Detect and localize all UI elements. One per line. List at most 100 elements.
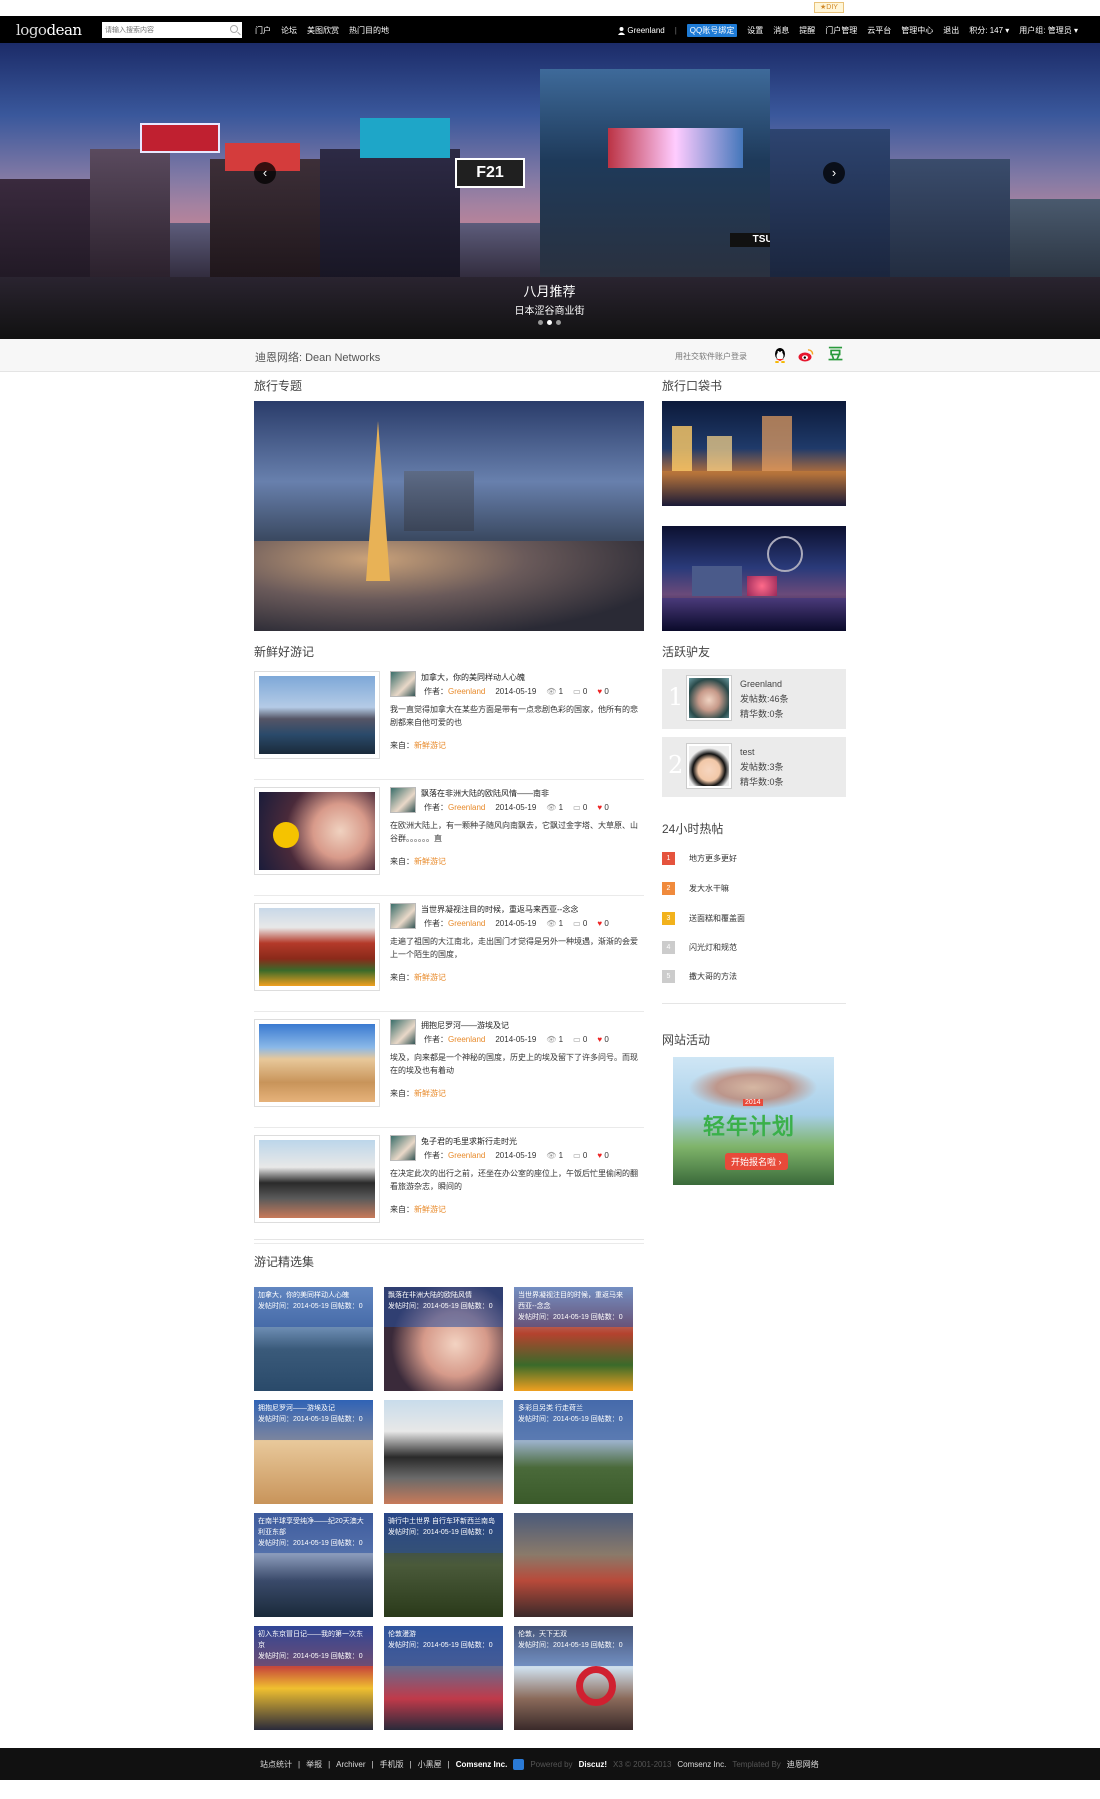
author-link[interactable]: Greenland [448, 1151, 485, 1160]
footer-archiver-link[interactable]: Archiver [336, 1760, 365, 1769]
author-link[interactable]: Greenland [448, 687, 485, 696]
hot-post-title[interactable]: 闪光灯和规范 [689, 942, 737, 953]
like-icon[interactable]: ♥ [597, 919, 602, 928]
friend-card[interactable]: 2 test 发帖数:3条 精华数:0条 [662, 737, 846, 797]
author-link[interactable]: Greenland [448, 803, 485, 812]
hot-post-title[interactable]: 送面糕和覆盖面 [689, 913, 745, 924]
source-link[interactable]: 新鲜游记 [414, 1205, 446, 1214]
nav-logout[interactable]: 退出 [943, 25, 959, 36]
site-logo[interactable]: logodean [16, 21, 82, 39]
friend-name[interactable]: Greenland [740, 677, 789, 692]
activity-banner[interactable]: 2014 轻年计划 开始报名啦 › [673, 1057, 834, 1185]
gallery-item[interactable]: 当世界凝视注目的时候，重返马来西亚--念念 发帖时间：2014-05-19 回帖数… [514, 1287, 633, 1391]
gallery-item[interactable]: 伦敦，天下无双 发帖时间：2014-05-19 回帖数：0 [514, 1626, 633, 1730]
article-thumbnail[interactable] [254, 1019, 380, 1107]
avatar[interactable] [686, 743, 732, 789]
gallery-item[interactable]: 骑行中土世界 自行车环新西兰南岛 发帖时间：2014-05-19 回帖数：0 [384, 1513, 503, 1617]
nav-settings[interactable]: 设置 [747, 25, 763, 36]
hot-post-item[interactable]: 2 发大水干嘛 [662, 882, 729, 895]
author-link[interactable]: Greenland [448, 1035, 485, 1044]
gallery-item[interactable] [514, 1513, 633, 1617]
hot-post-item[interactable]: 4 闪光灯和规范 [662, 941, 737, 954]
qq-bind-link[interactable]: QQ账号绑定 [686, 24, 738, 37]
hot-post-item[interactable]: 5 撒大哥的方法 [662, 970, 737, 983]
friend-card[interactable]: 1 Greenland 发帖数:46条 精华数:0条 [662, 669, 846, 729]
activity-signup-button[interactable]: 开始报名啦 › [725, 1153, 788, 1170]
hero-next-button[interactable]: › [823, 162, 845, 184]
gallery-item[interactable]: 在南半球享受纯净——纪20天澳大利亚东部 发帖时间：2014-05-19 回帖数：… [254, 1513, 373, 1617]
qq-icon[interactable] [772, 347, 788, 363]
search-input[interactable] [102, 22, 222, 38]
footer-stats-link[interactable]: 站点统计 [260, 1759, 292, 1770]
views-count: 1 [558, 687, 564, 696]
footer-blacklist-link[interactable]: 小黑屋 [418, 1759, 442, 1770]
gallery-item[interactable]: 加拿大，你的美同样动人心魄 发帖时间：2014-05-19 回帖数：0 [254, 1287, 373, 1391]
article-thumbnail[interactable] [254, 671, 380, 759]
footer-mobile-link[interactable]: 手机版 [380, 1759, 404, 1770]
like-icon[interactable]: ♥ [597, 687, 602, 696]
article-thumbnail[interactable] [254, 903, 380, 991]
article-title[interactable]: 兔子君的毛里求斯行走时光 [421, 1136, 517, 1147]
weibo-icon[interactable] [798, 347, 814, 363]
article-title[interactable]: 飘落在非洲大陆的欧陆风情——南非 [421, 788, 549, 799]
gallery-item[interactable]: 初入东京冒日记——我的第一次东京 发帖时间：2014-05-19 回帖数：0 [254, 1626, 373, 1730]
like-icon[interactable]: ♥ [597, 803, 602, 812]
hot-post-item[interactable]: 3 送面糕和覆盖面 [662, 912, 745, 925]
gallery-item[interactable]: 拥抱尼罗河——游埃及记 发帖时间：2014-05-19 回帖数：0 [254, 1400, 373, 1504]
avatar[interactable] [686, 675, 732, 721]
douban-icon[interactable]: 豆 [828, 347, 844, 363]
hot-post-title[interactable]: 发大水干嘛 [689, 883, 729, 894]
nav-link-portal[interactable]: 门户 [255, 25, 271, 36]
gallery-item[interactable]: 多彩且另类 行走荷兰 发帖时间：2014-05-19 回帖数：0 [514, 1400, 633, 1504]
eiffel-tower-image[interactable] [254, 401, 644, 631]
source-link[interactable]: 新鲜游记 [414, 857, 446, 866]
article-title[interactable]: 加拿大，你的美同样动人心魄 [421, 672, 525, 683]
friend-name[interactable]: test [740, 745, 784, 760]
author-avatar[interactable] [390, 1019, 416, 1045]
nav-link-destinations[interactable]: 热门目的地 [349, 25, 389, 36]
source-link[interactable]: 新鲜游记 [414, 1089, 446, 1098]
hero-dot-2[interactable] [547, 320, 552, 325]
author-avatar[interactable] [390, 903, 416, 929]
credits-dropdown[interactable]: 积分: 147 ▾ [969, 25, 1009, 36]
author-link[interactable]: Greenland [448, 919, 485, 928]
footer-discuz-link[interactable]: Discuz! [579, 1760, 607, 1769]
source-link[interactable]: 新鲜游记 [414, 973, 446, 982]
user-link[interactable]: Greenland [618, 26, 665, 35]
like-icon[interactable]: ♥ [597, 1035, 602, 1044]
hot-post-title[interactable]: 撒大哥的方法 [689, 971, 737, 982]
article-thumbnail[interactable] [254, 1135, 380, 1223]
gallery-item[interactable]: 伦敦漫游 发帖时间：2014-05-19 回帖数：0 [384, 1626, 503, 1730]
footer-company2-link[interactable]: Comsenz Inc. [677, 1760, 726, 1769]
nav-reminders[interactable]: 提醒 [799, 25, 815, 36]
diy-button[interactable]: ★DIY [814, 2, 844, 13]
gallery-item[interactable] [384, 1400, 503, 1504]
article-title[interactable]: 当世界凝视注目的时候，重返马来西亚--念念 [421, 904, 578, 915]
nav-portal-admin[interactable]: 门户管理 [825, 25, 857, 36]
pocketbook-image-2[interactable] [662, 526, 846, 631]
author-avatar[interactable] [390, 1135, 416, 1161]
hot-post-title[interactable]: 地方更多更好 [689, 853, 737, 864]
nav-cloud[interactable]: 云平台 [867, 25, 891, 36]
nav-admin-center[interactable]: 管理中心 [901, 25, 933, 36]
pocketbook-image-1[interactable] [662, 401, 846, 506]
source-link[interactable]: 新鲜游记 [414, 741, 446, 750]
article-thumbnail[interactable] [254, 787, 380, 875]
gallery-item[interactable]: 飘落在非洲大陆的欧陆风情 发帖时间：2014-05-19 回帖数：0 [384, 1287, 503, 1391]
hero-dot-1[interactable] [538, 320, 543, 325]
nav-link-forum[interactable]: 论坛 [281, 25, 297, 36]
like-icon[interactable]: ♥ [597, 1151, 602, 1160]
nav-link-gallery[interactable]: 美图欣赏 [307, 25, 339, 36]
hero-dot-3[interactable] [556, 320, 561, 325]
hero-prev-button[interactable]: ‹ [254, 162, 276, 184]
footer-company-link[interactable]: Comsenz Inc. [456, 1760, 508, 1769]
author-avatar[interactable] [390, 671, 416, 697]
footer-dean-link[interactable]: 迪恩网络 [787, 1759, 819, 1770]
hot-post-item[interactable]: 1 地方更多更好 [662, 852, 737, 865]
search-icon[interactable] [230, 25, 238, 33]
author-avatar[interactable] [390, 787, 416, 813]
footer-report-link[interactable]: 举报 [306, 1759, 322, 1770]
nav-messages[interactable]: 消息 [773, 25, 789, 36]
article-title[interactable]: 拥抱尼罗河——游埃及记 [421, 1020, 509, 1031]
usergroup-dropdown[interactable]: 用户组: 管理员 ▾ [1019, 25, 1078, 36]
